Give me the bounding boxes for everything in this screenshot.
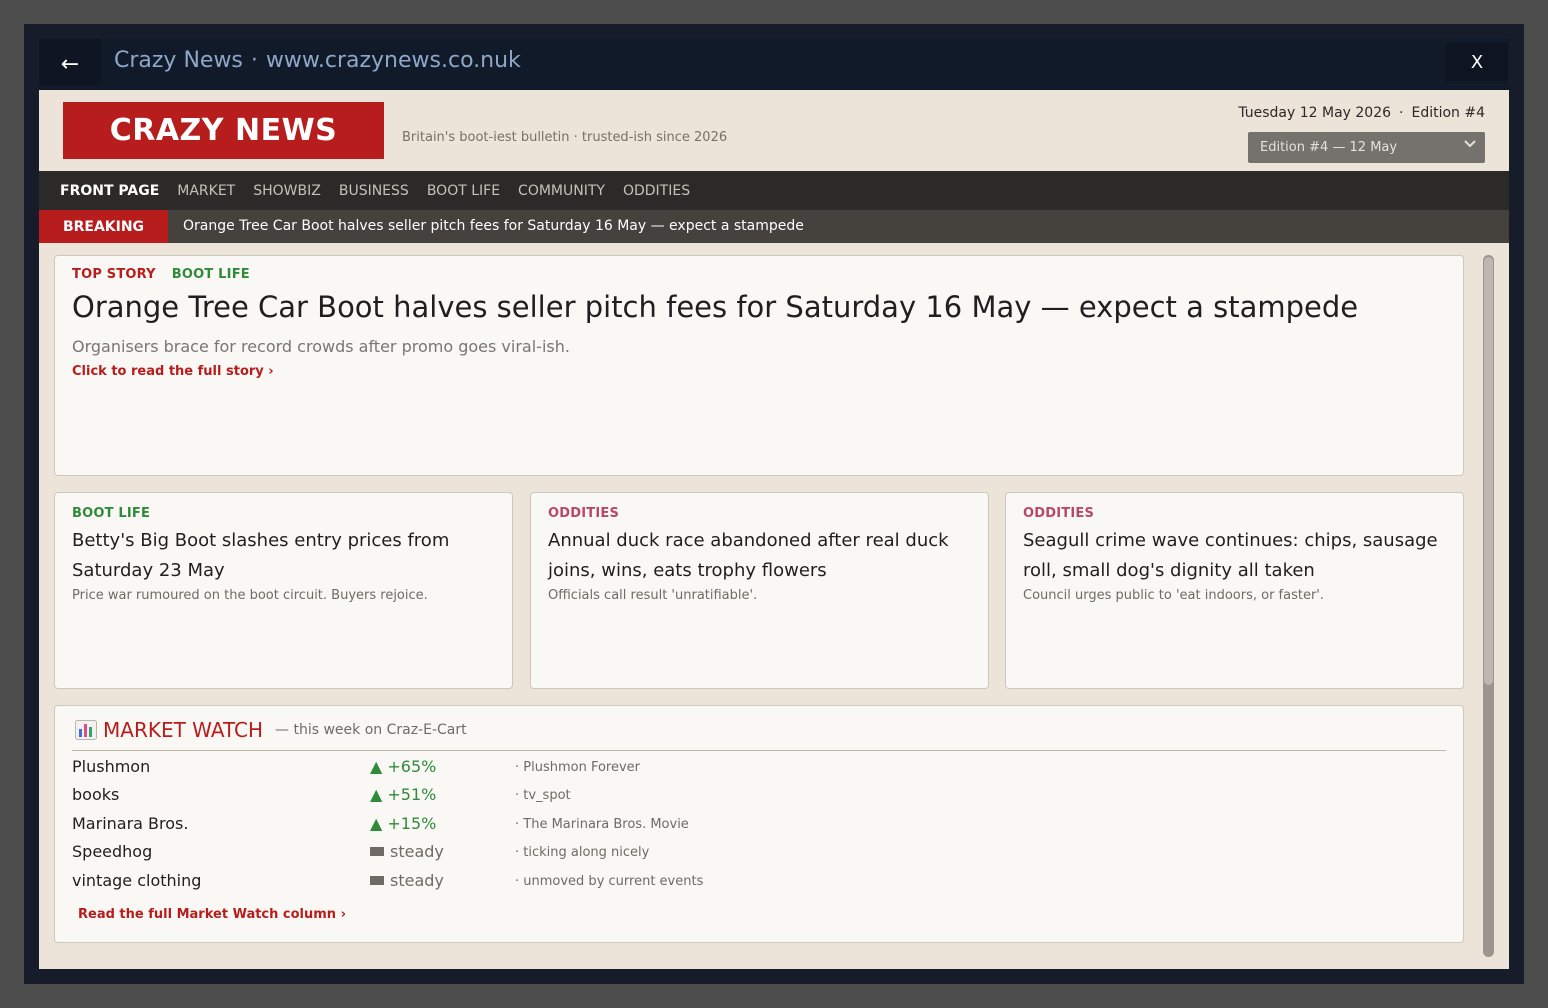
market-watch-title: MARKET WATCH [103, 718, 264, 742]
story-headline[interactable]: Annual duck race abandoned after real du… [548, 526, 968, 586]
market-watch-card: MARKET WATCH — this week on Craz-E-Cart … [54, 705, 1464, 943]
top-story-headline[interactable]: Orange Tree Car Boot halves seller pitch… [72, 290, 1358, 324]
story-standfirst: Council urges public to 'eat indoors, or… [1023, 588, 1325, 603]
scrollbar[interactable] [1483, 255, 1494, 957]
top-story-kicker: TOP STORY [72, 267, 156, 282]
market-item-change: steady [370, 871, 444, 890]
site-logo[interactable]: CRAZY NEWS [63, 102, 384, 159]
date-separator: · [1399, 105, 1404, 121]
market-item-name: books [72, 785, 120, 804]
edition-number: Edition #4 [1411, 105, 1485, 121]
edition-dropdown-value: Edition #4 — 12 May [1260, 140, 1398, 155]
market-item-change-text: steady [390, 871, 444, 890]
nav-oddities[interactable]: ODDITIES [623, 183, 690, 199]
top-story-kickers: TOP STORY BOOT LIFE [72, 267, 250, 282]
tagline: Britain's boot-iest bulletin · trusted-i… [402, 130, 728, 145]
market-row: Speedhog steady · ticking along nicely [72, 840, 1446, 866]
market-row: vintage clothing steady · unmoved by cur… [72, 869, 1446, 895]
bar-chart-icon [75, 720, 97, 740]
story-standfirst: Price war rumoured on the boot circuit. … [72, 588, 428, 603]
market-item-name: Plushmon [72, 757, 151, 776]
market-watch-read-more-link[interactable]: Read the full Market Watch column › [78, 907, 346, 922]
market-item-change: ▲ +15% [370, 814, 437, 833]
nav-showbiz[interactable]: SHOWBIZ [253, 183, 321, 199]
date-line: Tuesday 12 May 2026 · Edition #4 [1238, 105, 1485, 121]
masthead: CRAZY NEWS Britain's boot-iest bulletin … [39, 90, 1509, 171]
market-item-change: ▲ +51% [370, 785, 437, 804]
back-button[interactable]: ← [39, 39, 101, 86]
market-watch-subtitle: — this week on Craz-E-Cart [275, 722, 467, 738]
market-watch-header: MARKET WATCH — this week on Craz-E-Cart [75, 718, 467, 742]
top-story-standfirst: Organisers brace for record crowds after… [72, 337, 570, 356]
title-bar: ← Crazy News · www.crazynews.co.nuk X [39, 39, 1509, 90]
market-row: Plushmon ▲ +65% · Plushmon Forever [72, 755, 1446, 781]
market-item-note: · unmoved by current events [515, 874, 704, 889]
breaking-banner[interactable]: BREAKING Orange Tree Car Boot halves sel… [39, 210, 1509, 243]
market-item-note: · Plushmon Forever [515, 760, 641, 775]
story-kicker: BOOT LIFE [72, 506, 151, 521]
market-item-note: · ticking along nicely [515, 845, 650, 860]
top-story-card[interactable]: TOP STORY BOOT LIFE Orange Tree Car Boot… [54, 255, 1464, 476]
story-headline[interactable]: Seagull crime wave continues: chips, sau… [1023, 526, 1443, 586]
browser-window: ← Crazy News · www.crazynews.co.nuk X CRAZ… [39, 39, 1509, 969]
breaking-label: BREAKING [39, 210, 168, 243]
story-card[interactable]: ODDITIES Seagull crime wave continues: c… [1005, 492, 1464, 689]
site-name: Crazy News [114, 48, 243, 73]
edition-dropdown[interactable]: Edition #4 — 12 May [1248, 132, 1485, 163]
story-headline[interactable]: Betty's Big Boot slashes entry prices fr… [72, 526, 492, 586]
issue-date: Tuesday 12 May 2026 [1238, 105, 1392, 121]
breaking-text[interactable]: Orange Tree Car Boot halves seller pitch… [183, 218, 804, 234]
market-row: books ▲ +51% · tv_spot [72, 783, 1446, 809]
steady-icon [370, 847, 384, 856]
divider [72, 750, 1446, 751]
story-card[interactable]: BOOT LIFE Betty's Big Boot slashes entry… [54, 492, 513, 689]
nav-front-page[interactable]: FRONT PAGE [60, 183, 159, 199]
story-kicker: ODDITIES [548, 506, 620, 521]
market-item-name: Marinara Bros. [72, 814, 189, 833]
market-item-name: Speedhog [72, 842, 153, 861]
top-story-read-more-link[interactable]: Click to read the full story › [72, 364, 274, 379]
market-item-change: steady [370, 842, 444, 861]
story-standfirst: Officials call result 'unratifiable'. [548, 588, 758, 603]
title-separator: · [250, 48, 258, 73]
window-frame: ← Crazy News · www.crazynews.co.nuk X CRAZ… [24, 24, 1524, 984]
nav-market[interactable]: MARKET [177, 183, 235, 199]
section-nav: FRONT PAGE MARKET SHOWBIZ BUSINESS BOOT … [39, 171, 1509, 210]
market-item-change-text: steady [390, 842, 444, 861]
scrollbar-thumb[interactable] [1484, 257, 1493, 685]
chevron-down-icon [1464, 140, 1476, 148]
site-url: www.crazynews.co.nuk [265, 48, 521, 73]
close-button[interactable]: X [1446, 43, 1508, 81]
story-card[interactable]: ODDITIES Annual duck race abandoned afte… [530, 492, 989, 689]
section-kicker: BOOT LIFE [171, 267, 250, 282]
window-title: Crazy News · www.crazynews.co.nuk [114, 47, 521, 75]
story-kicker: ODDITIES [1023, 506, 1095, 521]
steady-icon [370, 876, 384, 885]
market-item-change: ▲ +65% [370, 757, 437, 776]
main-content: TOP STORY BOOT LIFE Orange Tree Car Boot… [39, 243, 1509, 969]
market-item-note: · The Marinara Bros. Movie [515, 817, 689, 832]
market-row: Marinara Bros. ▲ +15% · The Marinara Bro… [72, 812, 1446, 838]
nav-boot-life[interactable]: BOOT LIFE [427, 183, 500, 199]
back-arrow-icon: ← [60, 52, 80, 77]
nav-business[interactable]: BUSINESS [339, 183, 409, 199]
market-item-note: · tv_spot [515, 788, 571, 803]
nav-community[interactable]: COMMUNITY [518, 183, 605, 199]
market-item-name: vintage clothing [72, 871, 202, 890]
